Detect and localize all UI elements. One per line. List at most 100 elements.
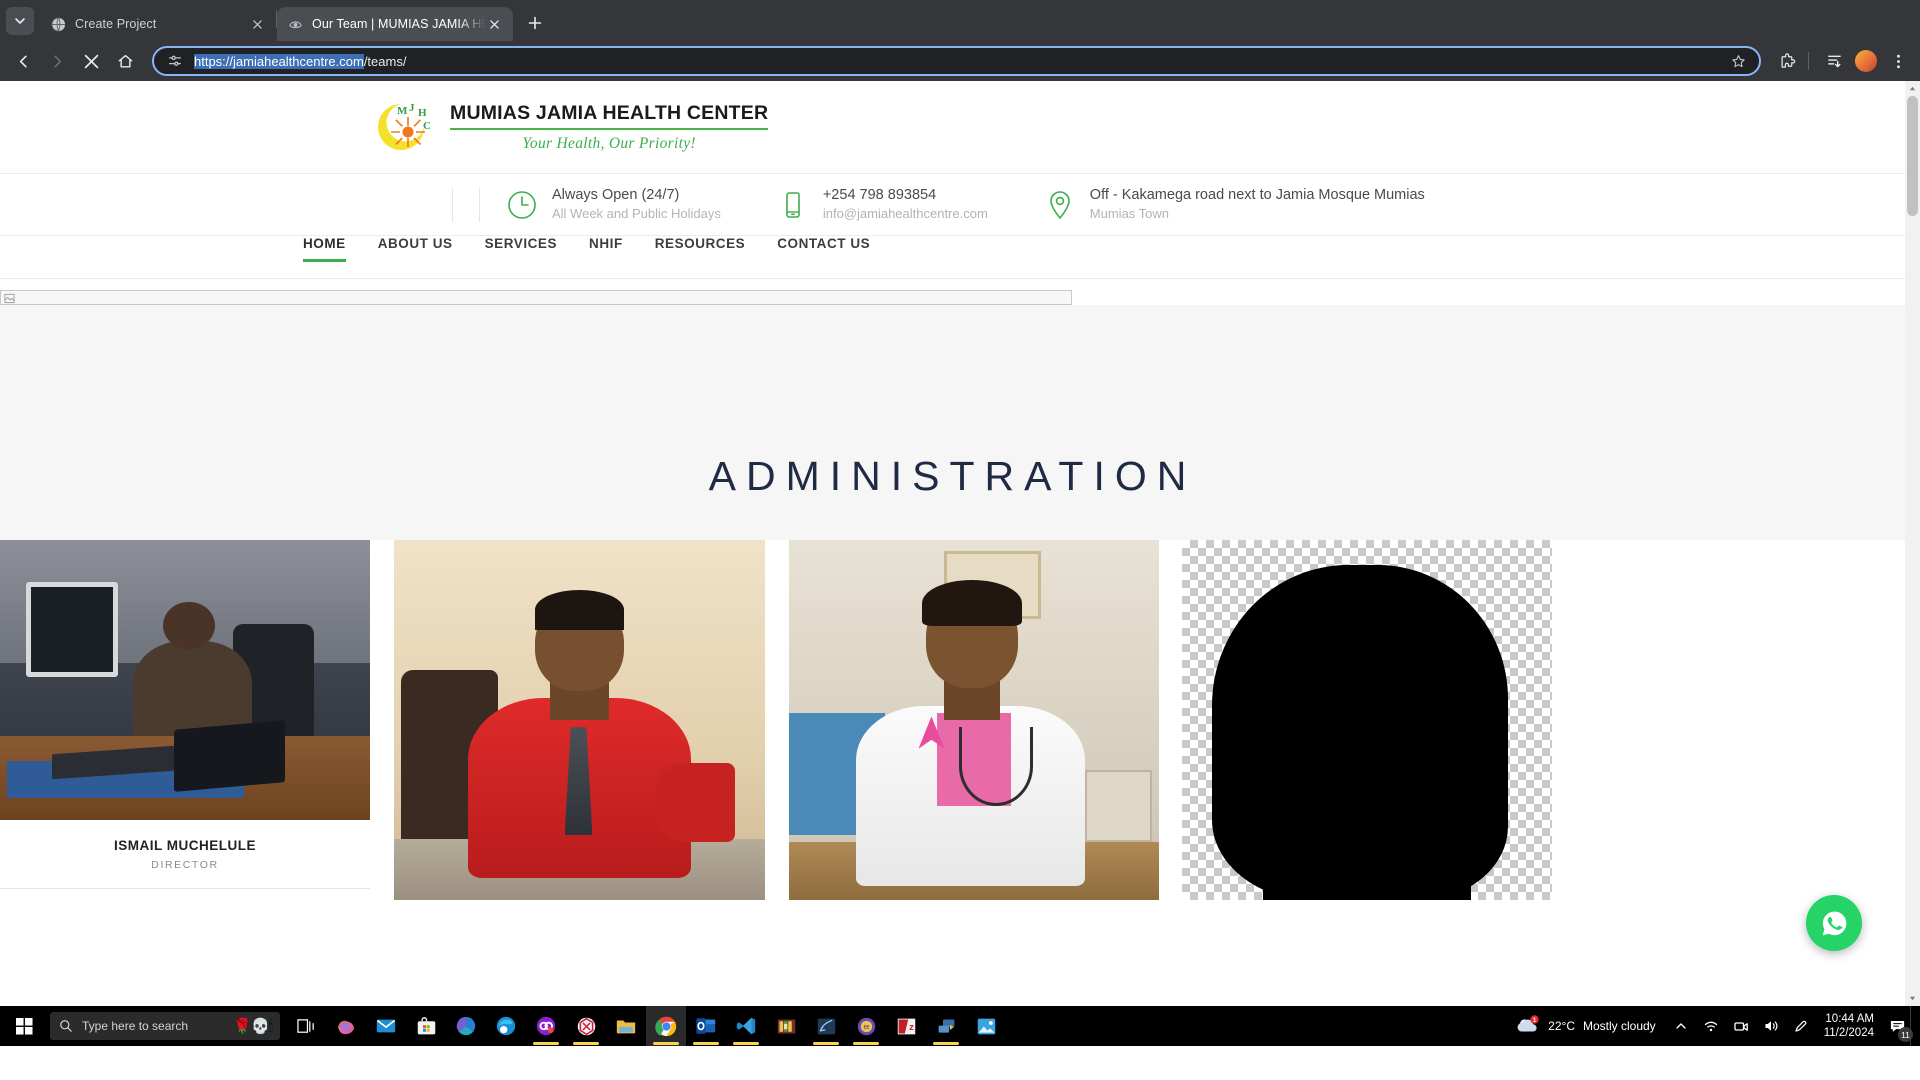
downloads-icon[interactable] bbox=[1820, 47, 1848, 75]
main-navigation: HOME ABOUT US SERVICES NHIF RESOURCES CO… bbox=[0, 236, 1905, 279]
scrollbar-thumb[interactable] bbox=[1907, 96, 1918, 216]
contact-hours-text: Always Open (24/7) All Week and Public H… bbox=[552, 186, 721, 222]
camera-icon[interactable] bbox=[1728, 1013, 1754, 1039]
chrome-menu-icon[interactable] bbox=[1884, 47, 1912, 75]
site-settings-icon[interactable] bbox=[166, 52, 184, 70]
remote-desktop-icon[interactable] bbox=[926, 1006, 966, 1046]
cloud-icon: 1 bbox=[1515, 1014, 1541, 1038]
photos-icon[interactable] bbox=[966, 1006, 1006, 1046]
phone-icon bbox=[777, 189, 809, 221]
page-content: M J H C MUMIAS JAMIA HEALTH CENTER Your … bbox=[0, 81, 1905, 1006]
google-chrome-icon[interactable] bbox=[646, 1006, 686, 1046]
stop-loading-button[interactable] bbox=[76, 46, 106, 76]
back-button[interactable] bbox=[8, 46, 38, 76]
mail-icon[interactable] bbox=[366, 1006, 406, 1046]
nav-item-nhif[interactable]: NHIF bbox=[589, 236, 623, 262]
team-card[interactable]: ISMAIL MUCHELULE DIRECTOR bbox=[0, 540, 370, 900]
url-text: https://jamiahealthcentre.com/teams/ bbox=[194, 53, 407, 69]
contact-info-bar: Always Open (24/7) All Week and Public H… bbox=[0, 173, 1905, 236]
close-icon[interactable] bbox=[249, 16, 266, 33]
blender-icon[interactable] bbox=[806, 1006, 846, 1046]
notification-center-button[interactable]: 11 bbox=[1884, 1013, 1913, 1042]
site-logo[interactable]: M J H C MUMIAS JAMIA HEALTH CENTER Your … bbox=[372, 92, 769, 162]
contact-phone[interactable]: +254 798 893854 info@jamiahealthcentre.c… bbox=[777, 186, 988, 222]
team-card[interactable] bbox=[1182, 540, 1552, 900]
opera-gx-icon[interactable] bbox=[526, 1006, 566, 1046]
toolbar-divider bbox=[1808, 52, 1809, 70]
file-explorer-icon[interactable] bbox=[606, 1006, 646, 1046]
nav-item-home[interactable]: HOME bbox=[303, 236, 346, 262]
forward-button[interactable] bbox=[42, 46, 72, 76]
current-time: 10:44 AM bbox=[1825, 1012, 1874, 1025]
chevron-up-icon[interactable] bbox=[1668, 1013, 1694, 1039]
volume-icon[interactable] bbox=[1758, 1013, 1784, 1039]
mjhc-logo-icon: M J H C bbox=[372, 92, 442, 162]
weather-temperature: 22°C bbox=[1548, 1019, 1575, 1033]
bookmark-star-icon[interactable] bbox=[1727, 50, 1749, 72]
nav-item-about-us[interactable]: ABOUT US bbox=[378, 236, 453, 262]
tab-search-button[interactable] bbox=[6, 7, 34, 35]
globe-icon bbox=[50, 16, 66, 32]
taskbar-search[interactable]: Type here to search 🌹💀🕯 bbox=[50, 1012, 280, 1040]
avatar bbox=[1855, 50, 1877, 72]
tab-title: Create Project bbox=[75, 17, 157, 31]
hours-primary: Always Open (24/7) bbox=[552, 187, 680, 204]
new-tab-button[interactable] bbox=[521, 9, 549, 37]
address-bar[interactable]: https://jamiahealthcentre.com/teams/ bbox=[152, 46, 1761, 76]
team-card[interactable] bbox=[394, 540, 765, 900]
browser-tab-create-project[interactable]: Create Project bbox=[40, 7, 276, 41]
home-button[interactable] bbox=[110, 46, 140, 76]
broken-image-placeholder bbox=[0, 290, 1072, 305]
clock-widget[interactable]: 10:44 AM 11/2/2024 bbox=[1824, 1012, 1874, 1040]
svg-text:J: J bbox=[409, 102, 415, 114]
whatsapp-chat-button[interactable] bbox=[1806, 895, 1862, 951]
scroll-up-button[interactable] bbox=[1905, 81, 1920, 96]
microsoft-store-icon[interactable] bbox=[406, 1006, 446, 1046]
wifi-icon[interactable] bbox=[1698, 1013, 1724, 1039]
close-icon[interactable] bbox=[486, 16, 503, 33]
team-member-role: DIRECTOR bbox=[151, 859, 219, 871]
site-icon bbox=[287, 16, 303, 32]
extensions-icon[interactable] bbox=[1773, 47, 1801, 75]
profile-avatar[interactable] bbox=[1852, 47, 1880, 75]
search-placeholder: Type here to search bbox=[82, 1019, 189, 1033]
task-view-icon[interactable] bbox=[286, 1006, 326, 1046]
vs-code-icon[interactable] bbox=[726, 1006, 766, 1046]
contact-location: Off - Kakamega road next to Jamia Mosque… bbox=[1044, 186, 1425, 222]
windows-logo-icon bbox=[15, 1017, 33, 1035]
pen-icon[interactable] bbox=[1788, 1013, 1814, 1039]
start-button[interactable] bbox=[4, 1006, 44, 1046]
team-member-photo bbox=[0, 540, 370, 820]
section-header: ADMINISTRATION bbox=[0, 453, 1905, 540]
office-icon[interactable] bbox=[446, 1006, 486, 1046]
team-member-caption: ISMAIL MUCHELULE DIRECTOR bbox=[0, 820, 370, 889]
nav-item-services[interactable]: SERVICES bbox=[485, 236, 557, 262]
jakarta-ee-icon[interactable]: EE bbox=[846, 1006, 886, 1046]
url-rest-part: /teams/ bbox=[363, 53, 407, 69]
filezilla-icon[interactable]: z bbox=[886, 1006, 926, 1046]
clock-icon bbox=[506, 189, 538, 221]
netbeans-icon[interactable] bbox=[566, 1006, 606, 1046]
scroll-down-button[interactable] bbox=[1905, 991, 1920, 1006]
site-logo-bar: M J H C MUMIAS JAMIA HEALTH CENTER Your … bbox=[0, 81, 1905, 173]
nav-item-resources[interactable]: RESOURCES bbox=[655, 236, 745, 262]
winrar-icon[interactable] bbox=[766, 1006, 806, 1046]
site-tagline: Your Health, Our Priority! bbox=[522, 134, 696, 152]
weather-widget[interactable]: 1 22°C Mostly cloudy bbox=[1515, 1014, 1656, 1038]
team-member-photo bbox=[1182, 540, 1552, 900]
show-desktop-button[interactable] bbox=[1910, 1006, 1916, 1046]
outlook-icon[interactable] bbox=[686, 1006, 726, 1046]
browser-tab-our-team[interactable]: Our Team | MUMIAS JAMIA HEA bbox=[277, 7, 513, 41]
copilot-icon[interactable] bbox=[326, 1006, 366, 1046]
nav-item-contact-us[interactable]: CONTACT US bbox=[777, 236, 870, 262]
browser-chrome: Create Project Our Team | MUMIAS JAMIA H… bbox=[0, 0, 1920, 81]
team-grid: ISMAIL MUCHELULE DIRECTOR bbox=[0, 540, 1905, 900]
team-member-name: ISMAIL MUCHELULE bbox=[114, 838, 256, 853]
page-scrollbar[interactable] bbox=[1905, 81, 1920, 1006]
svg-text:z: z bbox=[909, 1022, 914, 1033]
svg-text:M: M bbox=[397, 105, 408, 117]
address-primary: Off - Kakamega road next to Jamia Mosque… bbox=[1089, 187, 1425, 204]
edge-icon[interactable] bbox=[486, 1006, 526, 1046]
svg-text:EE: EE bbox=[863, 1024, 869, 1029]
team-card[interactable] bbox=[789, 540, 1159, 900]
